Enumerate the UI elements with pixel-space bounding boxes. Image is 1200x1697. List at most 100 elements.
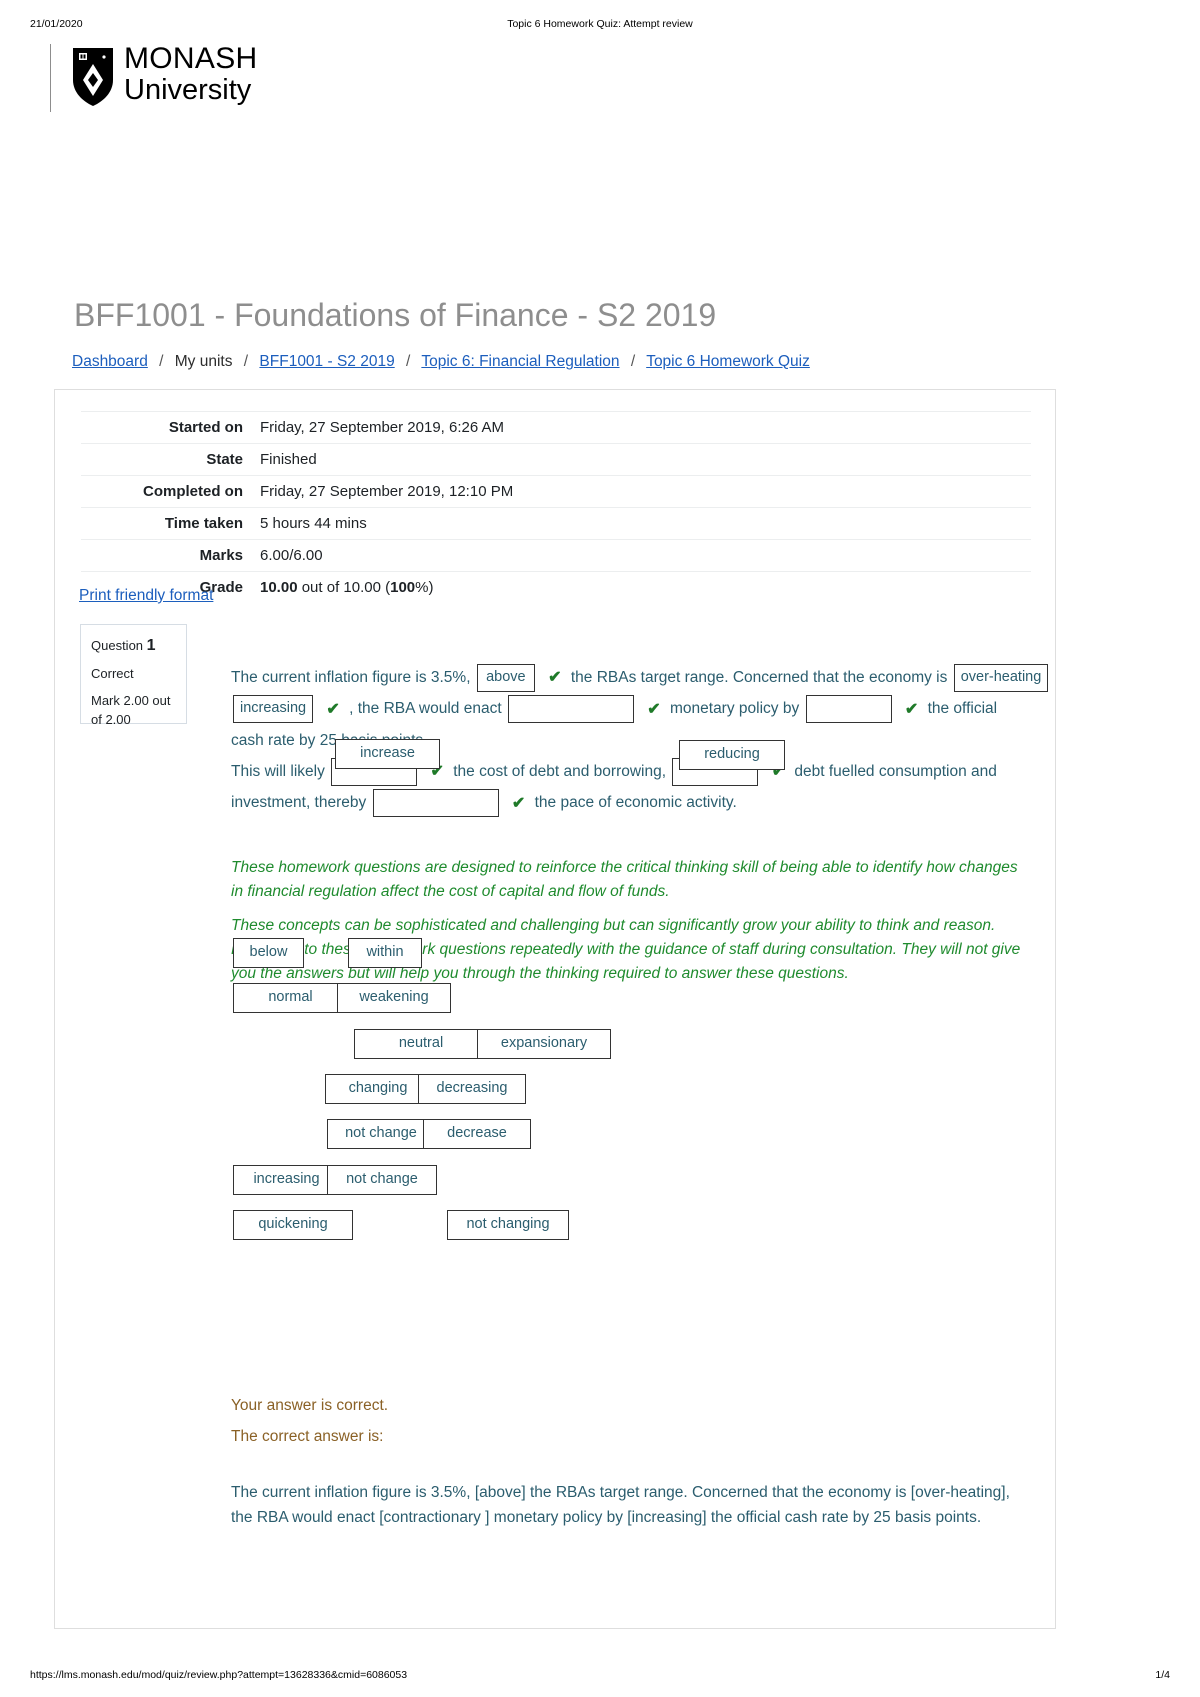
print-friendly-format-link[interactable]: Print friendly format xyxy=(79,587,213,605)
correct-answer-label: The correct answer is: xyxy=(231,1428,384,1445)
breadcrumb-separator: / xyxy=(630,353,636,370)
page-title: BFF1001 - Foundations of Finance - S2 20… xyxy=(74,297,717,334)
question-state: Correct xyxy=(91,666,134,682)
attempt-summary-table: Started on Friday, 27 September 2019, 6:… xyxy=(81,411,1031,603)
print-document-title: Topic 6 Homework Quiz: Attempt review xyxy=(507,18,693,30)
drag-tile-not-change[interactable]: not change xyxy=(327,1119,435,1149)
correct-tick-icon: ✔ xyxy=(647,700,661,718)
drag-tile-not-change[interactable]: not change xyxy=(327,1165,437,1195)
question-text-segment: debt fuelled consumption and xyxy=(794,762,997,780)
table-row: Marks 6.00/6.00 xyxy=(81,539,1031,572)
row-label-time-taken: Time taken xyxy=(164,515,243,532)
result-block: Your answer is correct. The correct answ… xyxy=(231,1390,1031,1452)
question-text-segment: investment, thereby xyxy=(231,794,367,812)
breadcrumb-item-my-units: My units xyxy=(174,353,233,370)
row-label-started-on: Started on xyxy=(168,419,243,436)
breadcrumb-item-quiz[interactable]: Topic 6 Homework Quiz xyxy=(646,353,810,370)
drag-tile-quickening[interactable]: quickening xyxy=(233,1210,353,1240)
row-label-marks: Marks xyxy=(199,547,243,564)
monash-wordmark: MONASH University xyxy=(124,44,257,105)
drag-tile-changing[interactable]: changing xyxy=(325,1074,431,1104)
table-row: Grade 10.00 out of 10.00 (100%) xyxy=(81,571,1031,604)
drop-zone-4[interactable] xyxy=(507,695,634,724)
question-text-segment: This will likely xyxy=(231,762,325,780)
question-text-segment: the pace of economic activity. xyxy=(534,794,737,812)
monash-university-logo: MONASH University xyxy=(50,44,380,114)
row-value-state: Finished xyxy=(260,451,317,468)
drag-tile-increase[interactable]: increase xyxy=(335,739,440,769)
question-number: 1 xyxy=(146,637,156,654)
feedback-paragraph: These homework questions are designed to… xyxy=(231,859,1018,900)
monash-shield-icon xyxy=(73,48,113,106)
quiz-review-card: Started on Friday, 27 September 2019, 6:… xyxy=(54,389,1056,1629)
grade-score: 10.00 xyxy=(260,579,298,596)
correct-tick-icon: ✔ xyxy=(511,794,526,812)
drop-zone-2[interactable]: over-heating xyxy=(953,663,1049,692)
row-value-marks: 6.00/6.00 xyxy=(260,547,323,564)
question-number-row: Question 1 xyxy=(91,634,176,657)
question-text-segment: the RBAs target range. Concerned that th… xyxy=(570,669,948,686)
print-footer: https://lms.monash.edu/mod/quiz/review.p… xyxy=(0,1669,1200,1683)
drag-tile-within[interactable]: within xyxy=(348,938,422,968)
drag-tile-decreasing[interactable]: decreasing xyxy=(418,1074,526,1104)
question-word: Question xyxy=(91,638,144,653)
question-feedback: These homework questions are designed to… xyxy=(231,856,1021,996)
breadcrumb-item-topic[interactable]: Topic 6: Financial Regulation xyxy=(421,353,619,370)
breadcrumb-separator: / xyxy=(406,353,411,370)
question-text-segment: monetary policy by xyxy=(669,700,800,718)
print-source-url: https://lms.monash.edu/mod/quiz/review.p… xyxy=(30,1669,408,1681)
breadcrumb-item-dashboard[interactable]: Dashboard xyxy=(72,353,148,370)
row-value-time-taken: 5 hours 44 mins xyxy=(260,515,367,532)
drag-tile-increasing[interactable]: increasing xyxy=(233,1165,340,1195)
drop-zone-1[interactable]: above xyxy=(476,663,535,692)
logo-divider-rule xyxy=(50,44,51,112)
correct-answer-line: the RBA would enact [contractionary ] mo… xyxy=(231,1509,982,1526)
question-text-segment: , the RBA would enact xyxy=(349,700,502,718)
question-line-5: investment, thereby ✔ the pace of econom… xyxy=(231,787,1031,818)
question-info-box: Question 1 Correct Mark 2.00 out of 2.00 xyxy=(80,624,187,727)
drag-tile-reducing[interactable]: reducing xyxy=(679,740,785,770)
question-mark: Mark 2.00 out of 2.00 xyxy=(91,693,171,727)
table-row: Time taken 5 hours 44 mins xyxy=(81,507,1031,540)
drag-tile-neutral[interactable]: neutral xyxy=(354,1029,488,1059)
drop-zone-3[interactable]: increasing xyxy=(233,695,314,724)
correct-answer-line: The current inflation figure is 3.5%, [a… xyxy=(231,1484,1010,1501)
table-row: Started on Friday, 27 September 2019, 6:… xyxy=(81,411,1031,444)
drag-tile-weakening[interactable]: weakening xyxy=(337,983,451,1013)
breadcrumb-separator: / xyxy=(159,353,164,370)
correct-tick-icon: ✔ xyxy=(548,669,562,687)
correct-answer-text: The current inflation figure is 3.5%, [a… xyxy=(231,1480,1041,1530)
question-text-segment: the official xyxy=(927,700,998,718)
print-page-number: 1/4 xyxy=(1155,1669,1170,1681)
drag-tile-decrease[interactable]: decrease xyxy=(423,1119,531,1149)
table-row: Completed on Friday, 27 September 2019, … xyxy=(81,475,1031,508)
question-text-segment: the cost of debt and borrowing, xyxy=(453,762,667,780)
drop-zone-5[interactable] xyxy=(805,695,892,724)
grade-mid-text: out of 10.00 ( xyxy=(297,579,391,596)
correct-tick-icon: ✔ xyxy=(904,700,919,718)
drag-tile-not-changing[interactable]: not changing xyxy=(447,1210,569,1240)
question-line-1: The current inflation figure is 3.5%, ab… xyxy=(231,662,1049,693)
table-row: State Finished xyxy=(81,443,1031,476)
row-label-state: State xyxy=(206,451,243,468)
question-line-2: increasing ✔ , the RBA would enact ✔ mon… xyxy=(231,693,1031,724)
drag-tile-below[interactable]: below xyxy=(233,938,304,968)
breadcrumb-item-unit[interactable]: BFF1001 - S2 2019 xyxy=(259,353,394,370)
row-label-completed-on: Completed on xyxy=(143,483,243,500)
logo-line-university: University xyxy=(124,74,252,106)
question-text-segment: The current inflation figure is 3.5%, xyxy=(231,669,471,686)
row-value-completed-on: Friday, 27 September 2019, 12:10 PM xyxy=(260,483,514,500)
logo-line-monash: MONASH xyxy=(124,42,258,75)
drop-zone-8[interactable] xyxy=(372,789,499,818)
correct-tick-icon: ✔ xyxy=(326,700,340,718)
drag-tile-expansionary[interactable]: expansionary xyxy=(477,1029,611,1059)
grade-tail-text: %) xyxy=(415,579,434,596)
print-header: 21/01/2020 Topic 6 Homework Quiz: Attemp… xyxy=(0,18,1200,32)
breadcrumb-separator: / xyxy=(243,353,249,370)
row-value-grade: 10.00 out of 10.00 (100%) xyxy=(253,572,1031,604)
drag-tile-normal[interactable]: normal xyxy=(233,983,348,1013)
answer-verdict: Your answer is correct. xyxy=(231,1397,389,1414)
row-value-started-on: Friday, 27 September 2019, 6:26 AM xyxy=(260,419,505,436)
breadcrumb: Dashboard / My units / BFF1001 - S2 2019… xyxy=(72,353,810,371)
grade-percent: 100 xyxy=(390,579,416,596)
